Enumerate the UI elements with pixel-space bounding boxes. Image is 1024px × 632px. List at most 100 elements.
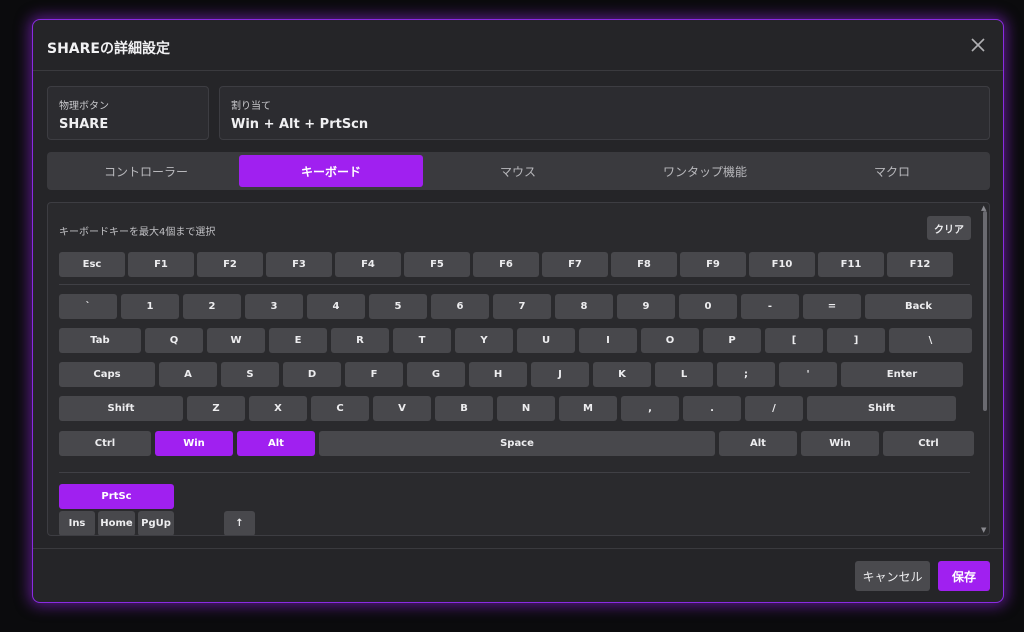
key-v[interactable]: V <box>373 396 431 421</box>
key-symbol[interactable]: ] <box>827 328 885 353</box>
key-caps[interactable]: Caps <box>59 362 155 387</box>
key-3[interactable]: 3 <box>245 294 303 319</box>
key-ctrl[interactable]: Ctrl <box>883 431 974 456</box>
scrollbar-thumb[interactable] <box>983 211 987 411</box>
key-f6[interactable]: F6 <box>473 252 539 277</box>
key-8[interactable]: 8 <box>555 294 613 319</box>
tab-keyboard[interactable]: キーボード <box>239 155 423 187</box>
key-alt[interactable]: Alt <box>237 431 315 456</box>
key-symbol[interactable]: , <box>621 396 679 421</box>
physical-button-box: 物理ボタン SHARE <box>47 86 209 140</box>
key-symbol[interactable]: = <box>803 294 861 319</box>
key-w[interactable]: W <box>207 328 265 353</box>
key-z[interactable]: Z <box>187 396 245 421</box>
key-s[interactable]: S <box>221 362 279 387</box>
scroll-down-icon[interactable]: ▼ <box>981 526 986 534</box>
key-f12[interactable]: F12 <box>887 252 953 277</box>
assignment-box: 割り当て Win + Alt + PrtScn <box>219 86 990 140</box>
key-n[interactable]: N <box>497 396 555 421</box>
key-0[interactable]: 0 <box>679 294 737 319</box>
key-shift[interactable]: Shift <box>59 396 183 421</box>
physical-button-value: SHARE <box>59 117 109 132</box>
key-f[interactable]: F <box>345 362 403 387</box>
key-ins[interactable]: Ins <box>59 511 95 535</box>
tab-controller[interactable]: コントローラー <box>54 155 238 187</box>
key-home[interactable]: Home <box>98 511 135 535</box>
key-esc[interactable]: Esc <box>59 252 125 277</box>
key-f9[interactable]: F9 <box>680 252 746 277</box>
scroll-up-icon[interactable]: ▲ <box>981 204 986 212</box>
divider <box>59 284 970 285</box>
key-symbol[interactable]: - <box>741 294 799 319</box>
key-k[interactable]: K <box>593 362 651 387</box>
save-button[interactable]: 保存 <box>938 561 990 591</box>
key-f11[interactable]: F11 <box>818 252 884 277</box>
key-x[interactable]: X <box>249 396 307 421</box>
key-r[interactable]: R <box>331 328 389 353</box>
key-f7[interactable]: F7 <box>542 252 608 277</box>
key-t[interactable]: T <box>393 328 451 353</box>
key-9[interactable]: 9 <box>617 294 675 319</box>
key-l[interactable]: L <box>655 362 713 387</box>
key-q[interactable]: Q <box>145 328 203 353</box>
clear-button[interactable]: クリア <box>927 216 971 240</box>
key-win[interactable]: Win <box>155 431 233 456</box>
key-f4[interactable]: F4 <box>335 252 401 277</box>
key-2[interactable]: 2 <box>183 294 241 319</box>
key-g[interactable]: G <box>407 362 465 387</box>
key-enter[interactable]: Enter <box>841 362 963 387</box>
key-back[interactable]: Back <box>865 294 972 319</box>
key-b[interactable]: B <box>435 396 493 421</box>
key-a[interactable]: A <box>159 362 217 387</box>
tab-macro[interactable]: マクロ <box>800 155 984 187</box>
key-symbol[interactable]: ` <box>59 294 117 319</box>
key-y[interactable]: Y <box>455 328 513 353</box>
keyboard-panel: キーボードキーを最大4個まで選択 クリア ▲ ▼ Esc F1 F2 F3 F4 F5 F6… <box>47 202 990 536</box>
key-c[interactable]: C <box>311 396 369 421</box>
key-f8[interactable]: F8 <box>611 252 677 277</box>
key-7[interactable]: 7 <box>493 294 551 319</box>
key-f2[interactable]: F2 <box>197 252 263 277</box>
assignment-value: Win + Alt + PrtScn <box>231 117 369 132</box>
key-symbol[interactable]: \ <box>889 328 972 353</box>
key-f10[interactable]: F10 <box>749 252 815 277</box>
key-symbol[interactable]: . <box>683 396 741 421</box>
key-symbol[interactable]: ↑ <box>224 511 255 535</box>
key-symbol[interactable]: ; <box>717 362 775 387</box>
key-f5[interactable]: F5 <box>404 252 470 277</box>
cancel-button[interactable]: キャンセル <box>855 561 930 591</box>
dialog-header: SHAREの詳細設定 <box>33 20 1003 71</box>
key-f1[interactable]: F1 <box>128 252 194 277</box>
physical-button-label: 物理ボタン <box>59 101 109 112</box>
key-6[interactable]: 6 <box>431 294 489 319</box>
key-1[interactable]: 1 <box>121 294 179 319</box>
key-win[interactable]: Win <box>801 431 879 456</box>
key-f3[interactable]: F3 <box>266 252 332 277</box>
key-d[interactable]: D <box>283 362 341 387</box>
key-o[interactable]: O <box>641 328 699 353</box>
key-5[interactable]: 5 <box>369 294 427 319</box>
key-j[interactable]: J <box>531 362 589 387</box>
key-symbol[interactable]: ' <box>779 362 837 387</box>
close-icon[interactable] <box>967 34 989 56</box>
dialog-title: SHAREの詳細設定 <box>47 41 170 57</box>
key-pgup[interactable]: PgUp <box>138 511 174 535</box>
key-prtsc[interactable]: PrtSc <box>59 484 174 509</box>
key-space[interactable]: Space <box>319 431 715 456</box>
key-u[interactable]: U <box>517 328 575 353</box>
key-p[interactable]: P <box>703 328 761 353</box>
key-ctrl[interactable]: Ctrl <box>59 431 151 456</box>
keyboard-hint: キーボードキーを最大4個まで選択 <box>59 227 216 238</box>
key-alt[interactable]: Alt <box>719 431 797 456</box>
key-symbol[interactable]: [ <box>765 328 823 353</box>
key-e[interactable]: E <box>269 328 327 353</box>
key-shift[interactable]: Shift <box>807 396 956 421</box>
key-symbol[interactable]: / <box>745 396 803 421</box>
key-h[interactable]: H <box>469 362 527 387</box>
tab-mouse[interactable]: マウス <box>426 155 610 187</box>
tab-one-tap[interactable]: ワンタップ機能 <box>613 155 797 187</box>
key-m[interactable]: M <box>559 396 617 421</box>
key-i[interactable]: I <box>579 328 637 353</box>
key-tab[interactable]: Tab <box>59 328 141 353</box>
key-4[interactable]: 4 <box>307 294 365 319</box>
